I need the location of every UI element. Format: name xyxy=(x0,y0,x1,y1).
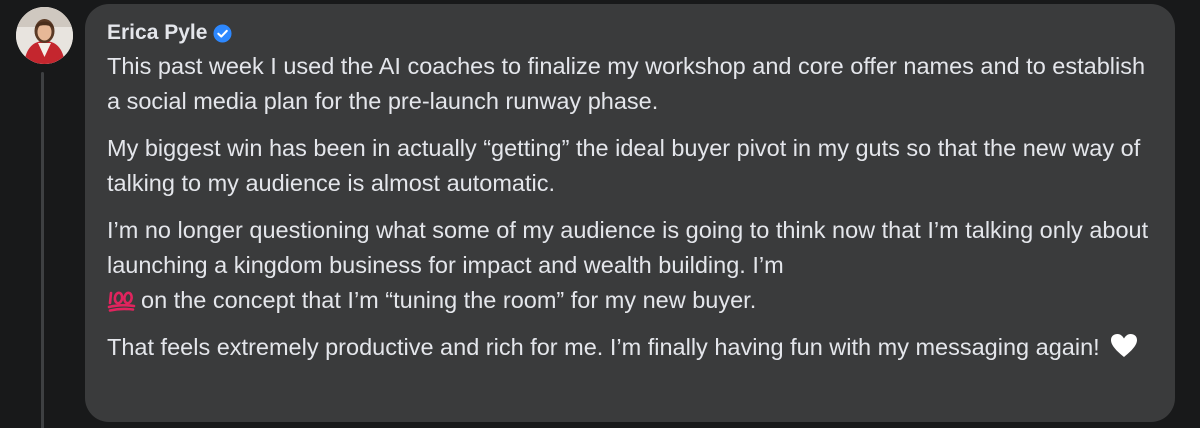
author-name[interactable]: Erica Pyle xyxy=(107,19,207,47)
comment-paragraph: I’m no longer questioning what some of m… xyxy=(107,213,1157,318)
verified-badge-icon xyxy=(213,23,232,43)
comment-paragraph-text: That feels extremely productive and rich… xyxy=(107,334,1100,360)
avatar-image xyxy=(16,7,73,64)
comment-text: This past week I used the AI coaches to … xyxy=(107,49,1157,365)
comment-header: Erica Pyle xyxy=(107,19,1153,47)
white-heart-emoji-icon xyxy=(1111,334,1138,357)
comment-paragraph: My biggest win has been in actually “get… xyxy=(107,135,1141,196)
comment-paragraph: That feels extremely productive and rich… xyxy=(107,330,1157,365)
comment-paragraph: This past week I used the AI coaches to … xyxy=(107,53,1146,114)
avatar[interactable] xyxy=(16,7,73,64)
comment-paragraph-text: I’m no longer questioning what some of m… xyxy=(107,217,1149,278)
comment-bubble: Erica Pyle This past week I used the AI … xyxy=(85,4,1175,422)
hundred-points-emoji-icon xyxy=(107,291,136,312)
comment-paragraph-text: on the concept that I’m “tuning the room… xyxy=(141,287,757,313)
comment-thread: Erica Pyle This past week I used the AI … xyxy=(0,0,1200,428)
thread-connector-line xyxy=(41,72,44,428)
